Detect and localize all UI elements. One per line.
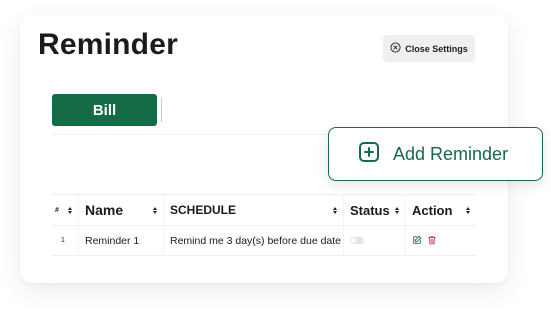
page-title: Reminder: [38, 28, 178, 61]
column-header-label: #: [55, 206, 59, 214]
reminder-name: Reminder 1: [85, 234, 140, 247]
column-header-label: Status: [350, 202, 390, 218]
reminder-schedule: Remind me 3 day(s) before due date: [170, 234, 342, 247]
row-schedule-cell: Remind me 3 day(s) before due date: [164, 226, 344, 255]
column-header-status[interactable]: Status: [344, 195, 406, 225]
row-name-cell: Reminder 1: [79, 226, 164, 255]
stage: Reminder Close Settings Bill Add Reminde…: [0, 0, 551, 316]
table-header-row: # Name SCHEDULE Status Action: [52, 194, 476, 226]
sort-icon[interactable]: [68, 206, 72, 214]
column-header-number[interactable]: #: [52, 195, 79, 225]
row-number: 1: [61, 237, 65, 244]
add-reminder-button[interactable]: Add Reminder: [328, 127, 543, 181]
sort-icon[interactable]: [333, 206, 337, 214]
tab-divider: [161, 98, 162, 122]
column-header-label: SCHEDULE: [170, 203, 237, 217]
column-header-action[interactable]: Action: [406, 195, 476, 225]
edit-icon[interactable]: [412, 232, 422, 250]
column-header-label: Name: [85, 202, 124, 218]
reminder-table: # Name SCHEDULE Status Action 1 Reminder…: [52, 194, 476, 256]
close-settings-label: Close Settings: [405, 43, 468, 54]
column-header-schedule[interactable]: SCHEDULE: [164, 195, 344, 225]
row-number-cell: 1: [52, 226, 79, 255]
close-settings-button[interactable]: Close Settings: [383, 35, 475, 62]
row-status-cell: [344, 226, 406, 255]
trash-icon[interactable]: [427, 232, 437, 250]
column-header-label: Action: [412, 202, 453, 218]
add-reminder-label: Add Reminder: [393, 143, 509, 164]
tab-bill[interactable]: Bill: [52, 94, 157, 126]
row-action-cell: [406, 226, 476, 255]
sort-icon[interactable]: [466, 206, 470, 214]
sort-icon[interactable]: [153, 206, 157, 214]
plus-square-icon: [357, 140, 381, 169]
table-row: 1 Reminder 1 Remind me 3 day(s) before d…: [52, 226, 476, 256]
close-circle-icon: [390, 42, 401, 55]
column-header-name[interactable]: Name: [79, 195, 164, 225]
status-toggle[interactable]: [350, 237, 364, 244]
sort-icon[interactable]: [395, 206, 399, 214]
